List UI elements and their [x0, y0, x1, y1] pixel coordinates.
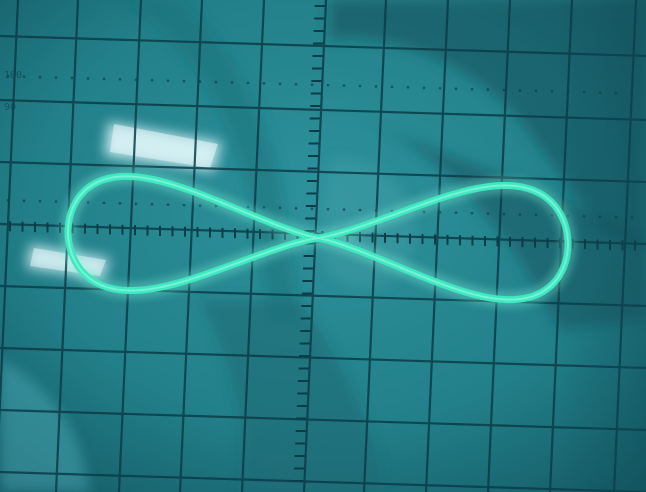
grid-dot — [502, 88, 506, 92]
grid-dot — [166, 203, 170, 206]
grid-dot — [374, 85, 378, 88]
grid-dot — [102, 77, 106, 81]
grid-dot — [278, 82, 282, 86]
grid-dot — [54, 76, 58, 79]
grid-dot — [534, 89, 538, 93]
grid-dot — [118, 202, 122, 205]
grid-dot — [6, 198, 10, 202]
grid-dot — [518, 213, 522, 216]
grid-dot — [454, 211, 458, 215]
grid-dot — [342, 208, 346, 211]
grid-dot — [150, 202, 154, 206]
grid-dot — [534, 213, 538, 217]
grid-dot — [102, 201, 106, 205]
oscilloscope-screen: 100 90 — [0, 0, 646, 492]
scale-mark-lower: 90 — [4, 102, 16, 113]
grid-dot — [246, 81, 250, 85]
grid-dot — [118, 78, 122, 81]
grid-dot — [230, 81, 234, 84]
grid-dot — [70, 76, 74, 80]
grid-dot — [454, 87, 458, 91]
grid-dot — [390, 85, 394, 89]
grid-dot — [134, 202, 138, 206]
grid-dot — [150, 78, 154, 82]
grid-dot — [470, 87, 474, 91]
grid-dot — [54, 200, 58, 203]
grid-dot — [438, 210, 442, 214]
grid-dot — [326, 207, 330, 211]
grid-dot — [486, 212, 490, 215]
grid-dot — [310, 83, 314, 86]
grid-dot — [518, 89, 522, 92]
grid-dot — [342, 84, 346, 87]
grid-dot — [294, 82, 298, 86]
grid-dot — [422, 86, 426, 90]
grid-dot — [294, 206, 298, 210]
grid-dot — [22, 75, 26, 78]
grid-dot — [406, 86, 410, 89]
grid-dot — [470, 211, 474, 215]
grid-dot — [550, 90, 554, 93]
grid-dot — [182, 79, 186, 83]
grid-dot — [198, 204, 202, 207]
grid-dot — [86, 201, 90, 204]
grid-dot — [310, 207, 314, 210]
grid-dot — [486, 88, 490, 91]
scale-mark-upper: 100 — [4, 70, 22, 81]
grid-dot — [86, 77, 90, 80]
grid-dot — [502, 212, 506, 216]
grid-dot — [198, 80, 202, 83]
grid-dot — [214, 80, 218, 84]
grid-dot — [374, 209, 378, 212]
grid-dot — [38, 199, 42, 203]
grid-dot — [134, 78, 138, 82]
grid-dot — [278, 206, 282, 210]
grid-dot — [262, 82, 266, 85]
edge-vignette — [560, 0, 646, 492]
grid-dot — [22, 199, 26, 202]
oscilloscope-photo: 100 90 — [0, 0, 646, 492]
grid-dot — [438, 86, 442, 90]
grid-dot — [326, 83, 330, 87]
grid-dot — [358, 208, 362, 212]
grid-dot — [38, 75, 42, 79]
grid-dot — [182, 203, 186, 207]
grid-dot — [166, 79, 170, 82]
grid-dot — [262, 206, 266, 209]
grid-dot — [358, 84, 362, 88]
